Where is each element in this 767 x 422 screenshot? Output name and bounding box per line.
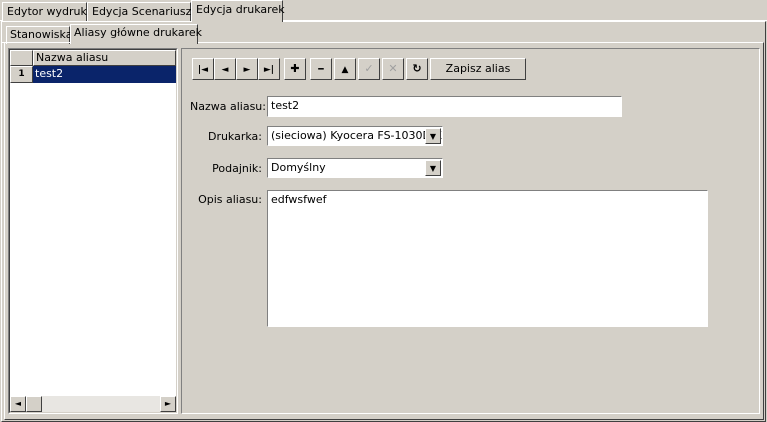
description-value: edfwsfwef bbox=[271, 193, 327, 206]
description-label: Opis aliasu: bbox=[198, 193, 262, 206]
alias-name-cell: test2 bbox=[35, 67, 64, 80]
prior-record-icon: ◄ bbox=[221, 65, 229, 75]
tray-label: Podajnik: bbox=[212, 162, 262, 175]
tab-label: Stanowiska bbox=[10, 28, 73, 41]
printer-dropdown-button[interactable]: ▼ bbox=[425, 128, 441, 144]
last-record-icon: ►| bbox=[263, 65, 275, 75]
next-record-icon: ► bbox=[243, 65, 251, 75]
row-index: 1 bbox=[18, 69, 25, 79]
arrow-left-icon: ◄ bbox=[14, 399, 22, 408]
first-record-icon: |◄ bbox=[197, 65, 209, 75]
first-record-button[interactable]: |◄ bbox=[192, 58, 214, 80]
scroll-right-button[interactable]: ► bbox=[160, 396, 176, 412]
tab-main-printer-aliases[interactable]: Aliasy główne drukarek bbox=[70, 24, 202, 44]
delete-icon: ━ bbox=[318, 65, 324, 75]
printer-label: Drukarka: bbox=[207, 130, 262, 143]
alias-grid[interactable]: Nazwa aliasu 1 test2 ◄ ► bbox=[8, 48, 178, 414]
tab-label: Edytor wydruku bbox=[7, 5, 94, 18]
next-record-button[interactable]: ► bbox=[236, 58, 258, 80]
post-icon: ✓ bbox=[364, 62, 374, 75]
tab-label: Aliasy główne drukarek bbox=[74, 26, 202, 39]
tray-dropdown-button[interactable]: ▼ bbox=[425, 160, 441, 176]
table-row[interactable]: test2 bbox=[33, 66, 176, 83]
save-alias-button[interactable]: Zapisz alias bbox=[430, 58, 526, 80]
last-record-button[interactable]: ►| bbox=[258, 58, 280, 80]
tab-print-editor[interactable]: Edytor wydruku bbox=[2, 2, 94, 22]
insert-record-button[interactable]: ✚ bbox=[284, 58, 306, 80]
prior-record-button[interactable]: ◄ bbox=[214, 58, 236, 80]
tab-label: Edycja Scenariuszy bbox=[92, 5, 198, 18]
printer-value: (sieciowa) Kyocera FS-1030D KX bbox=[271, 129, 443, 142]
tab-scenario-editing[interactable]: Edycja Scenariuszy bbox=[87, 2, 198, 22]
grid-row-indicator: 1 bbox=[10, 66, 33, 83]
tray-value: Domyślny bbox=[271, 161, 326, 174]
cancel-record-button[interactable]: ✕ bbox=[382, 58, 404, 80]
edit-icon: ▲ bbox=[341, 65, 349, 75]
arrow-right-icon: ► bbox=[164, 399, 172, 408]
printer-select[interactable]: (sieciowa) Kyocera FS-1030D KX bbox=[267, 126, 443, 146]
tab-printer-editing[interactable]: Edycja drukarek bbox=[191, 0, 285, 22]
refresh-icon: ↻ bbox=[412, 62, 422, 75]
tray-select[interactable]: Domyślny bbox=[267, 158, 443, 178]
refresh-button[interactable]: ↻ bbox=[406, 58, 428, 80]
alias-name-label: Nazwa aliasu: bbox=[190, 100, 266, 113]
horizontal-scrollbar[interactable]: ◄ ► bbox=[10, 396, 176, 412]
chevron-down-icon: ▼ bbox=[429, 164, 437, 173]
chevron-down-icon: ▼ bbox=[429, 132, 437, 141]
column-header-label: Nazwa aliasu bbox=[36, 51, 109, 64]
delete-record-button[interactable]: ━ bbox=[310, 58, 332, 80]
insert-icon: ✚ bbox=[290, 62, 300, 75]
grid-corner-header bbox=[10, 50, 33, 66]
scroll-left-button[interactable]: ◄ bbox=[10, 396, 26, 412]
tab-label: Edycja drukarek bbox=[196, 3, 285, 16]
scroll-thumb[interactable] bbox=[26, 396, 42, 412]
alias-name-input[interactable]: test2 bbox=[267, 96, 622, 117]
grid-column-header[interactable]: Nazwa aliasu bbox=[33, 50, 176, 66]
alias-name-value: test2 bbox=[271, 99, 300, 112]
save-alias-label: Zapisz alias bbox=[445, 62, 511, 75]
post-record-button[interactable]: ✓ bbox=[358, 58, 380, 80]
cancel-icon: ✕ bbox=[388, 62, 398, 75]
edit-record-button[interactable]: ▲ bbox=[334, 58, 356, 80]
description-textarea[interactable]: edfwsfwef bbox=[267, 190, 708, 327]
